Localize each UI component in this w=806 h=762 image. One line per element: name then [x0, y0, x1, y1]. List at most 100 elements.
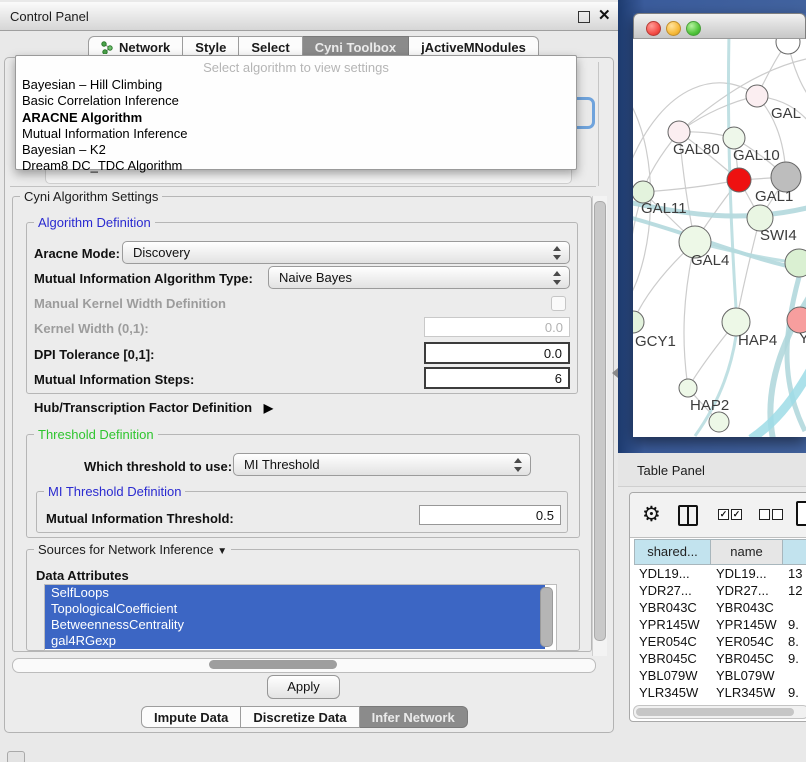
minimized-panel-icon[interactable]: [7, 751, 25, 762]
tab-label: Impute Data: [154, 707, 228, 728]
kernel-width-field[interactable]: 0.0: [424, 317, 570, 337]
columns-icon[interactable]: [678, 505, 698, 526]
network-window-titlebar[interactable]: [633, 13, 806, 39]
network-graph: GALGAL80GAL10GAL1GAL11SWI4GAL4GCY1HAP4YH…: [633, 39, 806, 437]
table-row[interactable]: YDL19...YDL19...13: [634, 565, 806, 582]
data-attribute-item[interactable]: SelfLoops: [45, 585, 545, 601]
tab-discretize-data[interactable]: Discretize Data: [241, 706, 359, 728]
node-label: GAL1: [755, 188, 793, 205]
network-node[interactable]: [709, 412, 729, 432]
network-node[interactable]: [776, 39, 800, 54]
unchecked-checkbox-icon[interactable]: [759, 509, 770, 520]
table-cell: YDR27...: [711, 582, 783, 599]
table-row[interactable]: YBR043CYBR043C: [634, 599, 806, 616]
network-node[interactable]: [668, 121, 690, 143]
node-label: GAL80: [673, 141, 720, 158]
table-cell: YBR043C: [634, 599, 711, 616]
table-cell: YBR045C: [711, 650, 783, 667]
column-header-shared[interactable]: shared...: [634, 539, 711, 565]
unchecked-checkbox-icon[interactable]: [772, 509, 783, 520]
tab-label: Infer Network: [372, 707, 455, 728]
table-row[interactable]: YPR145WYPR145W9.: [634, 616, 806, 633]
table-header-row: shared...name: [634, 539, 806, 565]
column-header-name[interactable]: name: [711, 539, 783, 565]
node-label: Y: [799, 330, 806, 347]
which-threshold-select[interactable]: MI Threshold: [233, 453, 531, 476]
checked-checkbox-icon[interactable]: ✓: [731, 509, 742, 520]
kernel-width-label: Kernel Width (0,1):: [34, 321, 149, 336]
mi-threshold-field[interactable]: 0.5: [419, 505, 561, 525]
table-row[interactable]: YER054CYER054C8.: [634, 633, 806, 650]
gear-icon[interactable]: ⚙: [642, 502, 661, 527]
table-cell: 9.: [783, 650, 806, 667]
stepper-down-icon: [553, 280, 561, 285]
table-panel-titlebar: Table Panel: [618, 453, 806, 487]
control-panel-title: Control Panel: [10, 9, 89, 24]
network-canvas[interactable]: GALGAL80GAL10GAL1GAL11SWI4GAL4GCY1HAP4YH…: [633, 39, 806, 437]
network-node[interactable]: [727, 168, 751, 192]
stepper-up-icon: [553, 246, 561, 251]
dropdown-placeholder: Select algorithm to view settings: [16, 60, 576, 75]
network-node[interactable]: [723, 127, 745, 149]
table-cell: YER054C: [634, 633, 711, 650]
close-icon[interactable]: ✕: [598, 6, 611, 24]
table-panel-title: Table Panel: [637, 463, 705, 478]
threshold-definition-title: Threshold Definition: [34, 427, 158, 442]
bottom-tabbar: Impute Data Discretize Data Infer Network: [141, 706, 468, 728]
network-node[interactable]: [746, 85, 768, 107]
node-label: GAL: [771, 105, 801, 122]
table-cell: YBL079W: [711, 667, 783, 684]
table-row[interactable]: YBR045CYBR045C9.: [634, 650, 806, 667]
data-attributes-list[interactable]: SelfLoopsTopologicalCoefficientBetweenne…: [44, 584, 557, 651]
network-edge: [751, 369, 806, 437]
mi-threshold-label: Mutual Information Threshold:: [46, 511, 234, 526]
table-row[interactable]: YLR345WYLR345W9.: [634, 684, 806, 701]
table-horizontal-scrollbar-thumb[interactable]: [636, 708, 794, 716]
mi-steps-label: Mutual Information Steps:: [34, 372, 194, 387]
table-cell: 13: [783, 565, 806, 582]
column-header-extra[interactable]: [783, 539, 806, 565]
mi-steps-field[interactable]: 6: [424, 367, 570, 389]
float-window-icon[interactable]: [578, 11, 590, 23]
file-icon[interactable]: [796, 501, 806, 526]
settings-horizontal-scrollbar-thumb[interactable]: [209, 660, 337, 669]
algorithm-option-aracne-algorithm[interactable]: ARACNE Algorithm: [22, 110, 570, 126]
settings-vertical-scrollbar-thumb[interactable]: [594, 201, 606, 641]
aracne-mode-select[interactable]: Discovery: [122, 241, 570, 264]
data-attribute-item[interactable]: gal4RGexp: [45, 633, 545, 649]
table-row[interactable]: YDR27...YDR27...12: [634, 582, 806, 599]
data-attribute-item[interactable]: BetweennessCentrality: [45, 617, 545, 633]
algorithm-option-bayesian-hill-climbing[interactable]: Bayesian – Hill Climbing: [22, 77, 570, 93]
window-close-button[interactable]: [646, 21, 661, 36]
node-label: SWI4: [760, 227, 797, 244]
dpi-tolerance-field[interactable]: 0.0: [424, 342, 570, 364]
window-minimize-button[interactable]: [666, 21, 681, 36]
algorithm-option-dream8-dc-tdc-algorithm[interactable]: Dream8 DC_TDC Algorithm: [22, 158, 570, 174]
window-zoom-button[interactable]: [686, 21, 701, 36]
hub-definition-toggle[interactable]: Hub/Transcription Factor Definition ▶: [34, 400, 273, 415]
network-node[interactable]: [633, 311, 644, 333]
network-node[interactable]: [679, 379, 697, 397]
algorithm-option-mutual-information-inference[interactable]: Mutual Information Inference: [22, 126, 570, 142]
stepper-down-icon: [514, 467, 522, 472]
data-attribute-item[interactable]: TopologicalCoefficient: [45, 601, 545, 617]
table-cell: YBR043C: [711, 599, 783, 616]
network-node[interactable]: [785, 249, 806, 277]
tab-infer-network[interactable]: Infer Network: [360, 706, 468, 728]
apply-button[interactable]: Apply: [267, 675, 340, 699]
manual-kernel-width-checkbox[interactable]: [551, 296, 566, 311]
manual-kernel-width-label: Manual Kernel Width Definition: [34, 296, 226, 311]
checked-checkbox-icon[interactable]: ✓: [718, 509, 729, 520]
tab-impute-data[interactable]: Impute Data: [141, 706, 241, 728]
table-horizontal-scrollbar[interactable]: [633, 705, 806, 719]
table-row[interactable]: YBL079WYBL079W: [634, 667, 806, 684]
node-label: GAL11: [641, 200, 687, 217]
table-cell: YLR345W: [711, 684, 783, 701]
algorithm-option-basic-correlation-inference[interactable]: Basic Correlation Inference: [22, 93, 570, 109]
sources-title[interactable]: Sources for Network Inference ▼: [34, 542, 231, 557]
table-cell: YER054C: [711, 633, 783, 650]
algorithm-option-bayesian-k2[interactable]: Bayesian – K2: [22, 142, 570, 158]
table-cell: YDL19...: [711, 565, 783, 582]
mi-algorithm-type-select[interactable]: Naive Bayes: [268, 266, 570, 289]
list-scrollbar[interactable]: [540, 587, 553, 647]
